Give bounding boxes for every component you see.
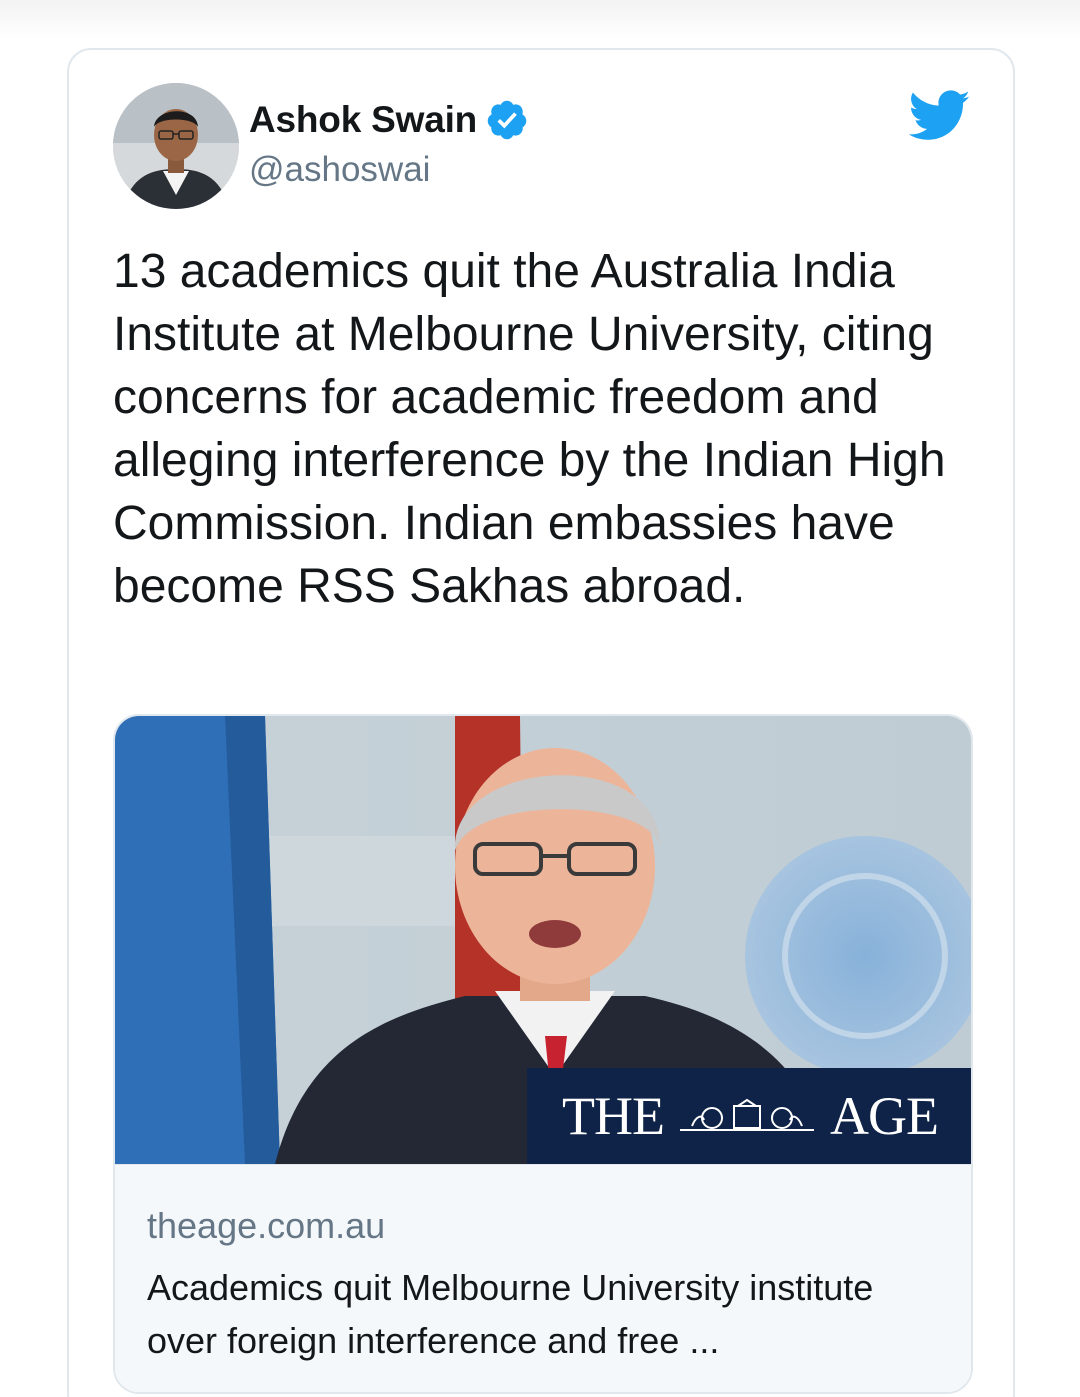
author-display-name[interactable]: Ashok Swain xyxy=(249,99,477,141)
author-handle[interactable]: @ashoswai xyxy=(249,150,430,190)
crest-icon xyxy=(672,1096,822,1136)
link-preview-meta[interactable]: theage.com.au Academics quit Melbourne U… xyxy=(115,1164,971,1392)
link-domain: theage.com.au xyxy=(147,1205,386,1246)
masthead-word-left: THE xyxy=(562,1086,665,1146)
link-title[interactable]: Academics quit Melbourne University inst… xyxy=(147,1261,947,1367)
masthead-logo: THE AGE xyxy=(527,1068,971,1164)
link-preview-card[interactable]: THE AGE theage.com.au Academics quit Mel… xyxy=(113,714,973,1394)
twitter-bird-icon[interactable] xyxy=(908,90,971,142)
author-name-row[interactable]: Ashok Swain xyxy=(249,97,529,143)
verified-badge-icon xyxy=(485,98,529,142)
tweet-text: 13 academics quit the Australia India In… xyxy=(113,245,946,613)
avatar[interactable] xyxy=(113,83,239,209)
tweet-card[interactable]: Ashok Swain @ashoswai 13 academics quit … xyxy=(67,48,1015,1397)
screen: Ashok Swain @ashoswai 13 academics quit … xyxy=(0,0,1080,1397)
masthead-word-right: AGE xyxy=(829,1086,939,1146)
link-preview-image[interactable]: THE AGE xyxy=(115,716,971,1164)
